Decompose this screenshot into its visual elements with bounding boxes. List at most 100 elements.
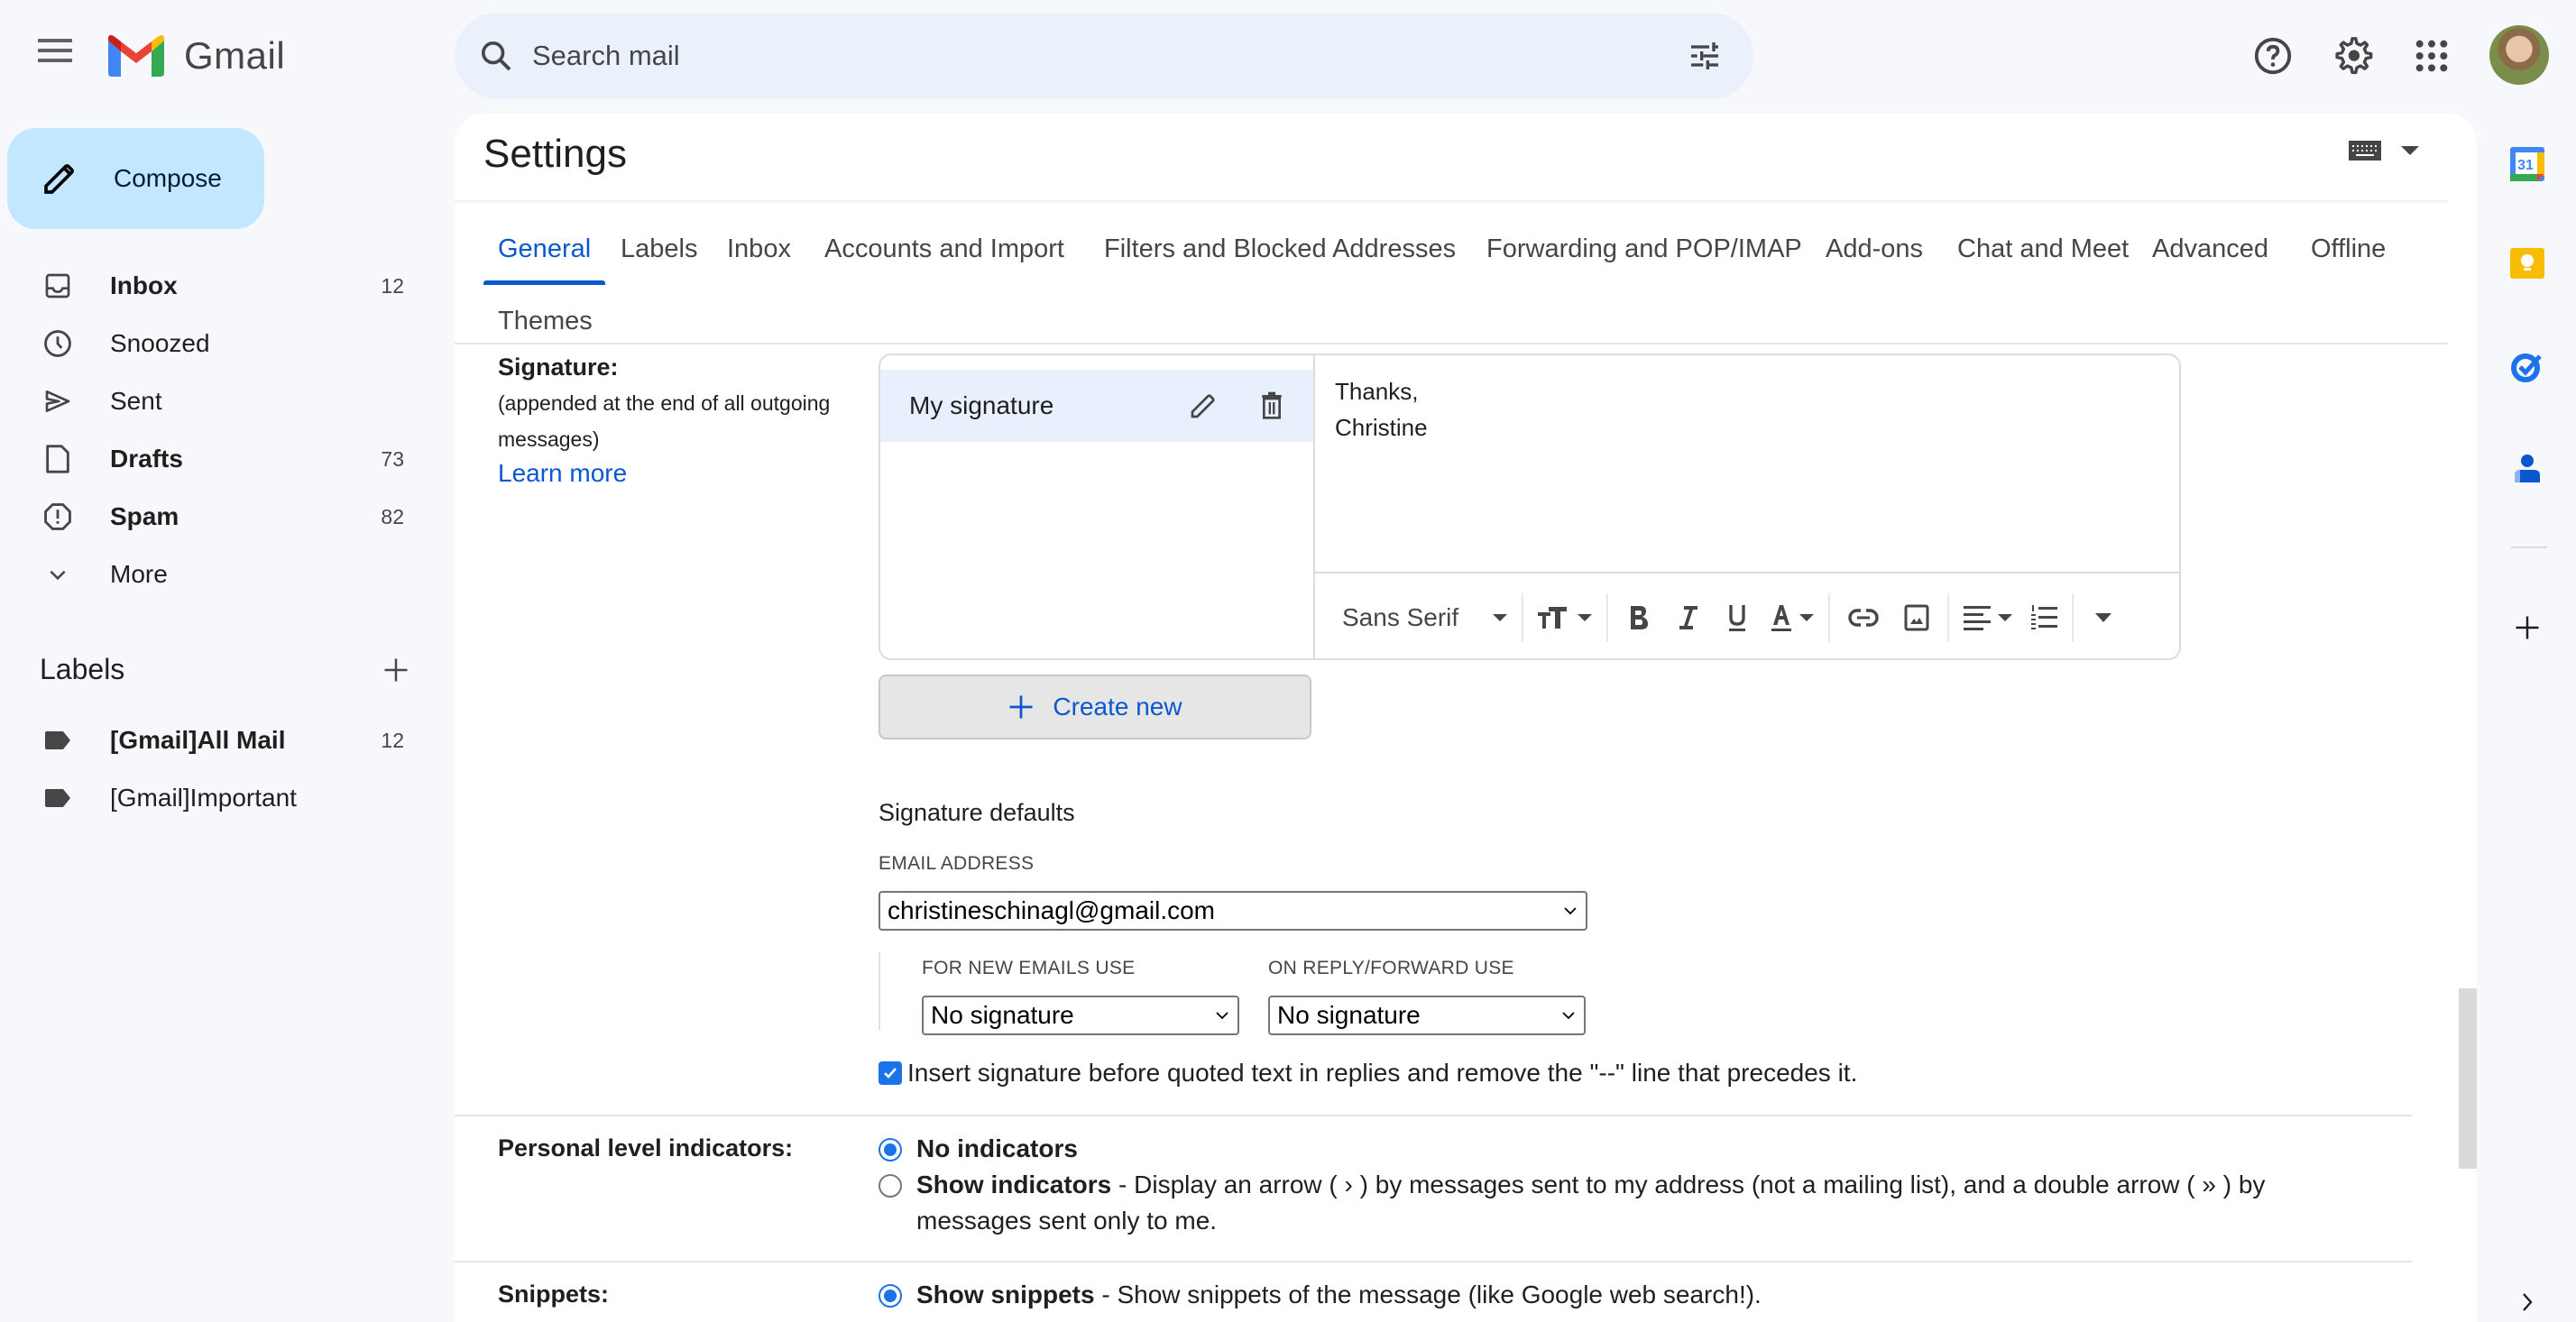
add-icon xyxy=(382,656,409,684)
nav-item-label: Drafts xyxy=(110,445,183,473)
formatting-toolbar: Sans Serif xyxy=(1315,572,2179,658)
clock-icon xyxy=(41,327,74,360)
scrollbar-thumb[interactable] xyxy=(2459,988,2477,1169)
bold-button[interactable] xyxy=(1614,591,1664,645)
snippets-label: Snippets: xyxy=(498,1281,610,1308)
show-side-panel-button[interactable] xyxy=(2502,1284,2553,1320)
caret-down-icon xyxy=(1578,614,1593,621)
apps-grid-icon xyxy=(2414,38,2450,74)
keep-app-button[interactable] xyxy=(2502,238,2553,289)
labels-header: Labels xyxy=(40,653,409,686)
tab-add-ons[interactable]: Add-ons xyxy=(1811,213,1937,285)
gmail-logo[interactable]: Gmail xyxy=(108,34,285,78)
label-item-important[interactable]: [Gmail]Important xyxy=(0,769,442,827)
account-avatar[interactable] xyxy=(2489,25,2549,85)
text-color-icon xyxy=(1771,603,1792,632)
email-address-select[interactable]: christineschinagl@gmail.com xyxy=(879,891,1587,931)
tab-inbox[interactable]: Inbox xyxy=(713,213,805,285)
signature-body[interactable]: Thanks, Christine xyxy=(1335,373,1428,445)
add-icon xyxy=(1007,693,1035,721)
help-button[interactable] xyxy=(2244,27,2302,85)
delete-signature-button[interactable] xyxy=(1245,379,1299,433)
get-add-ons-button[interactable] xyxy=(2502,602,2553,653)
show-indicators-option[interactable]: Show indicators - Display an arrow ( › )… xyxy=(879,1167,2340,1239)
option-title: Show snippets xyxy=(916,1281,1095,1308)
nav-item-more[interactable]: More xyxy=(0,546,442,603)
create-label-button[interactable] xyxy=(382,656,409,684)
search-icon[interactable] xyxy=(478,38,514,74)
tab-filters-blocked[interactable]: Filters and Blocked Addresses xyxy=(1090,213,1470,285)
nav-item-inbox[interactable]: Inbox 12 xyxy=(0,257,442,315)
unread-count: 73 xyxy=(381,446,404,471)
calendar-app-button[interactable]: 31 xyxy=(2502,139,2553,189)
google-apps-button[interactable] xyxy=(2403,27,2461,85)
unread-count: 82 xyxy=(381,504,404,528)
new-emails-signature-select[interactable]: No signature xyxy=(922,996,1239,1035)
search-input[interactable]: Search mail xyxy=(532,40,1679,72)
settings-panel: Settings General Labels Inbox Accounts a… xyxy=(455,114,2477,1322)
tab-forwarding-pop-imap[interactable]: Forwarding and POP/IMAP xyxy=(1472,213,1817,285)
input-tools-button[interactable] xyxy=(2349,141,2419,161)
tab-labels[interactable]: Labels xyxy=(606,213,712,285)
more-formatting-button[interactable] xyxy=(2079,591,2121,645)
tab-general[interactable]: General xyxy=(483,213,606,285)
contacts-icon xyxy=(2513,454,2542,484)
main-menu-button[interactable] xyxy=(32,27,79,74)
bold-icon xyxy=(1628,604,1650,631)
signature-label-block: Signature: (appended at the end of all o… xyxy=(498,353,859,488)
contacts-app-button[interactable] xyxy=(2502,444,2553,494)
show-snippets-option[interactable]: Show snippets - Show snippets of the mes… xyxy=(879,1277,2412,1313)
pencil-icon xyxy=(1189,391,1218,420)
insert-link-button[interactable] xyxy=(1835,591,1891,645)
no-indicators-option[interactable]: No indicators xyxy=(879,1131,2412,1167)
nav-item-drafts[interactable]: Drafts 73 xyxy=(0,430,442,488)
tabs-divider xyxy=(455,343,2448,344)
no-indicators-radio[interactable] xyxy=(879,1138,902,1161)
email-address-caption: EMAIL ADDRESS xyxy=(879,853,1035,874)
signature-list-item[interactable]: My signature xyxy=(880,370,1313,442)
show-snippets-radio[interactable] xyxy=(879,1284,902,1308)
italic-button[interactable] xyxy=(1664,591,1713,645)
show-indicators-radio[interactable] xyxy=(879,1174,902,1198)
signature-line: Christine xyxy=(1335,414,1428,441)
text-color-button[interactable] xyxy=(1762,591,1823,645)
insert-image-button[interactable] xyxy=(1891,591,1942,645)
send-icon xyxy=(41,385,74,418)
font-family-select[interactable]: Sans Serif xyxy=(1333,591,1516,645)
label-item-label: [Gmail]All Mail xyxy=(110,726,286,754)
compose-button[interactable]: Compose xyxy=(7,128,264,229)
learn-more-link[interactable]: Learn more xyxy=(498,459,859,488)
label-icon xyxy=(41,782,74,814)
chevron-down-icon xyxy=(41,558,74,591)
edit-signature-button[interactable] xyxy=(1176,379,1230,433)
tab-offline[interactable]: Offline xyxy=(2296,213,2400,285)
nav-item-spam[interactable]: Spam 82 xyxy=(0,488,442,546)
nav-item-snoozed[interactable]: Snoozed xyxy=(0,315,442,372)
tab-chat-meet[interactable]: Chat and Meet xyxy=(1943,213,2143,285)
tab-accounts-import[interactable]: Accounts and Import xyxy=(810,213,1079,285)
tasks-app-button[interactable] xyxy=(2502,341,2553,391)
nav-item-sent[interactable]: Sent xyxy=(0,372,442,430)
chevron-down-icon xyxy=(1560,1010,1577,1021)
underline-button[interactable] xyxy=(1713,591,1762,645)
keep-icon xyxy=(2510,248,2544,279)
search-bar[interactable]: Search mail xyxy=(455,13,1753,99)
tab-themes[interactable]: Themes xyxy=(483,285,607,357)
tab-advanced[interactable]: Advanced xyxy=(2138,213,2283,285)
chevron-down-icon xyxy=(1562,905,1578,916)
trash-icon xyxy=(1258,391,1285,420)
numbered-list-button[interactable] xyxy=(2021,591,2066,645)
chevron-right-icon xyxy=(2520,1291,2535,1313)
nav-item-label: Spam xyxy=(110,502,179,530)
toolbar-divider xyxy=(1828,593,1831,642)
font-size-button[interactable] xyxy=(1529,591,1601,645)
option-title: No indicators xyxy=(916,1134,1078,1162)
insert-signature-checkbox[interactable] xyxy=(879,1061,902,1085)
caret-down-icon xyxy=(1799,614,1815,621)
reply-forward-signature-select[interactable]: No signature xyxy=(1268,996,1586,1035)
align-button[interactable] xyxy=(1955,591,2021,645)
settings-button[interactable] xyxy=(2323,27,2381,85)
label-item-all-mail[interactable]: [Gmail]All Mail 12 xyxy=(0,711,442,769)
search-options-button[interactable] xyxy=(1679,31,1730,81)
create-new-signature-button[interactable]: Create new xyxy=(879,675,1311,739)
